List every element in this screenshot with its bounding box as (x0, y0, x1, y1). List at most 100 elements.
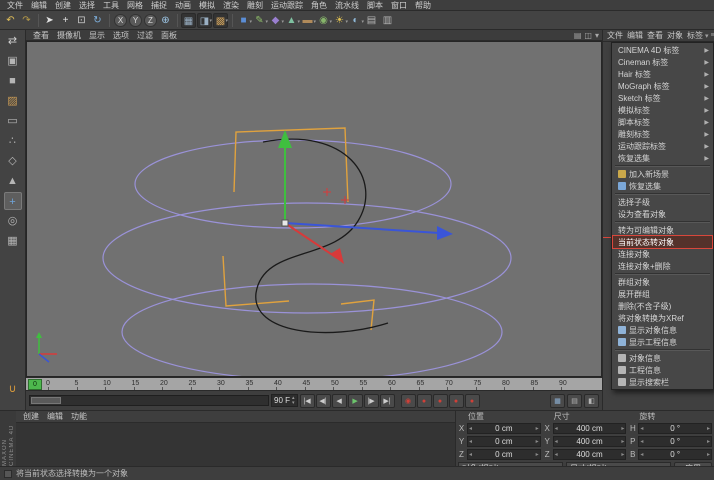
menu-item[interactable]: 恢复选集 (613, 180, 712, 192)
menubar-item[interactable]: 窗口 (387, 0, 411, 11)
menu-item[interactable]: 恢复选集▶ (613, 152, 712, 164)
menubar-item[interactable]: 流水线 (331, 0, 363, 11)
render-settings-button[interactable]: ▩▾ (213, 13, 228, 28)
autokey-button[interactable]: ● (417, 394, 432, 408)
coord-input[interactable]: ◂0 cm▸ (467, 449, 541, 460)
snap-magnet-icon[interactable]: ∪ (4, 380, 22, 398)
edges-mode-icon[interactable]: ◇ (4, 152, 22, 170)
menu-item[interactable]: 将对象转换为XRef (613, 312, 712, 324)
viewport-menu-item[interactable]: 面板 (157, 30, 181, 41)
z-axis-lock-button[interactable]: Z (144, 14, 157, 27)
menu-item[interactable]: Sketch 标签▶ (613, 92, 712, 104)
menu-item[interactable]: MoGraph 标签▶ (613, 80, 712, 92)
menu-item[interactable]: 运动跟踪标签▶ (613, 140, 712, 152)
live-selection-icon[interactable]: ➤ (42, 13, 57, 28)
menubar-item[interactable]: 雕刻 (243, 0, 267, 11)
panel-corner-icon[interactable]: ▾ (705, 32, 709, 40)
menu-item[interactable]: 脚本标签▶ (613, 116, 712, 128)
menubar-item[interactable]: 动画 (171, 0, 195, 11)
increment-icon[interactable]: ▸ (620, 438, 625, 445)
menu-item-current-state-to-object[interactable]: 当前状态转对象 (613, 236, 712, 248)
polygons-mode-icon[interactable]: ▲ (4, 172, 22, 190)
viewport-menu-item[interactable]: 查看 (29, 30, 53, 41)
material-manager-menu-item[interactable]: 创建 (19, 411, 43, 422)
menu-item[interactable]: 连接对象+删除 (613, 260, 712, 272)
fcurve-mode-icon[interactable]: ▤ (567, 394, 582, 408)
goto-start-button[interactable]: |◀ (300, 394, 315, 408)
menubar-item[interactable]: 创建 (51, 0, 75, 11)
record-keyframe-button[interactable]: ◉ (401, 394, 416, 408)
increment-icon[interactable]: ▸ (535, 425, 540, 432)
menu-item[interactable]: 删除(不含子级) (613, 300, 712, 312)
menu-item[interactable]: Cineman 标签▶ (613, 56, 712, 68)
increment-icon[interactable]: ▸ (706, 425, 711, 432)
prev-frame-button[interactable]: ◀ (332, 394, 347, 408)
object-manager-menu-item[interactable]: 编辑 (625, 30, 645, 41)
viewport-menu-item[interactable]: 过滤 (133, 30, 157, 41)
menu-item[interactable]: Hair 标签▶ (613, 68, 712, 80)
menubar-item[interactable]: 网格 (123, 0, 147, 11)
deformer-button[interactable]: ▲▾ (284, 13, 299, 28)
coord-input[interactable]: ◂0 cm▸ (467, 423, 541, 434)
sky-button[interactable]: ◐▾ (348, 13, 363, 28)
viewport-solo-icon[interactable]: ◎ (4, 212, 22, 230)
timeline-ruler[interactable]: 051015202530354045505560657075808590 0 (26, 377, 602, 391)
increment-icon[interactable]: ▸ (620, 451, 625, 458)
material-manager-menu-item[interactable]: 编辑 (43, 411, 67, 422)
menu-item[interactable]: 显示对象信息 (613, 324, 712, 336)
move-tool-icon[interactable]: + (58, 13, 73, 28)
increment-icon[interactable]: ▸ (535, 438, 540, 445)
menu-item[interactable]: CINEMA 4D 标签▶ (613, 44, 712, 56)
prev-key-button[interactable]: ◀| (316, 394, 331, 408)
scale-tool-icon[interactable]: ⊡ (74, 13, 89, 28)
display-filter-button[interactable]: ▥ (380, 13, 395, 28)
menubar-item[interactable]: 脚本 (363, 0, 387, 11)
panel-corner-icon[interactable]: ≡ (711, 32, 714, 40)
coord-input[interactable]: ◂0 °▸ (638, 436, 712, 447)
play-button[interactable]: ▶ (348, 394, 363, 408)
viewport-menu-item[interactable]: 显示 (85, 30, 109, 41)
motion-mode-icon[interactable]: ◧ (584, 394, 599, 408)
primitive-cube-button[interactable]: ■▾ (236, 13, 251, 28)
menu-item[interactable]: 群组对象 (613, 276, 712, 288)
menu-item[interactable]: 转为可编辑对象 (613, 224, 712, 236)
menu-item[interactable]: 加入新场景 (613, 168, 712, 180)
next-key-button[interactable]: |▶ (364, 394, 379, 408)
viewport-corner-icon[interactable]: ▤ (574, 31, 582, 40)
coord-input[interactable]: ◂400 cm▸ (553, 449, 627, 460)
coord-input[interactable]: ◂0 °▸ (638, 423, 712, 434)
spline-pen-button[interactable]: ✎▾ (252, 13, 267, 28)
record-scale-button[interactable]: ● (449, 394, 464, 408)
spinner-icon[interactable]: ▴▾ (292, 396, 295, 406)
light-button[interactable]: ☀▾ (332, 13, 347, 28)
redo-icon[interactable]: ↷ (19, 13, 34, 28)
texture-mode-icon[interactable]: ▨ (4, 92, 22, 110)
increment-icon[interactable]: ▸ (535, 451, 540, 458)
menu-item[interactable]: 模拟标签▶ (613, 104, 712, 116)
menu-item[interactable]: 显示搜索栏 (613, 376, 712, 388)
undo-icon[interactable]: ↶ (3, 13, 18, 28)
rotate-tool-icon[interactable]: ↻ (90, 13, 105, 28)
viewport-menu-item[interactable]: 摄像机 (53, 30, 85, 41)
floor-button[interactable]: ▬▾ (300, 13, 315, 28)
record-position-button[interactable]: ● (433, 394, 448, 408)
display-mode-button[interactable]: ▤ (364, 13, 379, 28)
goto-end-button[interactable]: ▶| (380, 394, 395, 408)
menu-item[interactable]: 选择子级 (613, 196, 712, 208)
menubar-item[interactable]: 模拟 (195, 0, 219, 11)
menubar-item[interactable]: 文件 (3, 0, 27, 11)
y-axis-lock-button[interactable]: Y (129, 14, 142, 27)
material-list-area[interactable] (16, 423, 455, 466)
object-manager-menu-item[interactable]: 标签 (685, 30, 705, 41)
coord-input[interactable]: ◂400 cm▸ (553, 436, 627, 447)
menu-item[interactable]: 连接对象 (613, 248, 712, 260)
menu-item[interactable]: 对象信息 (613, 352, 712, 364)
render-region-button[interactable]: ◨▾ (197, 13, 212, 28)
object-manager-menu-item[interactable]: 文件 (605, 30, 625, 41)
menu-item[interactable]: 工程信息 (613, 364, 712, 376)
record-rotation-button[interactable]: ● (465, 394, 480, 408)
material-manager-menu-item[interactable]: 功能 (67, 411, 91, 422)
menubar-item[interactable]: 工具 (99, 0, 123, 11)
menubar-item[interactable]: 捕捉 (147, 0, 171, 11)
object-axis-icon[interactable]: + (4, 192, 22, 210)
